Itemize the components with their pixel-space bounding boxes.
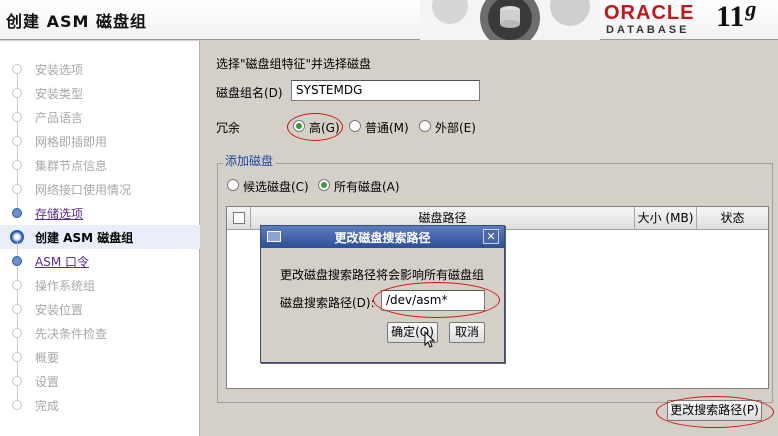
nav-step-prereq-checks: 先决条件检查 <box>0 314 200 345</box>
step-dot-icon <box>12 136 22 146</box>
step-dot-icon <box>12 112 22 122</box>
version-badge: 11g <box>716 0 757 34</box>
candidate-disks-radio[interactable] <box>227 179 239 191</box>
select-all-cell <box>227 207 251 230</box>
cancel-button[interactable]: 取消 <box>449 322 485 343</box>
select-all-checkbox[interactable] <box>233 212 245 224</box>
step-dot-icon <box>12 208 22 218</box>
diskgroup-name-label: 磁盘组名(D) <box>216 86 283 100</box>
search-path-input[interactable]: /dev/asm* <box>381 290 485 311</box>
nav-step-cluster-nodes: 集群节点信息 <box>0 146 200 177</box>
col-status[interactable]: 状态 <box>697 207 768 230</box>
change-disk-path-dialog: 更改磁盘搜索路径 ✕ 更改磁盘搜索路径将会影响所有磁盘组 磁盘搜索路径(D): … <box>260 225 505 363</box>
page-title: 创建 ASM 磁盘组 <box>6 12 147 31</box>
step-dot-icon <box>12 88 22 98</box>
redundancy-label: 冗余 <box>216 121 241 135</box>
step-dot-icon <box>12 280 22 290</box>
nav-step-summary: 概要 <box>0 338 200 369</box>
all-disks-label[interactable]: 所有磁盘(A) <box>334 178 400 195</box>
gear-banner-art <box>420 0 600 40</box>
redundancy-external-label[interactable]: 外部(E) <box>435 119 476 136</box>
dialog-title: 更改磁盘搜索路径 <box>334 231 431 245</box>
nav-step-create-asm-diskgroup[interactable]: 创建 ASM 磁盘组 <box>0 225 200 249</box>
redundancy-high-radio[interactable] <box>293 120 305 132</box>
nav-step-os-groups: 操作系统组 <box>0 266 200 297</box>
nav-step-install-type: 安装类型 <box>0 74 200 105</box>
search-path-label: 磁盘搜索路径(D): <box>280 296 375 310</box>
change-search-path-button[interactable]: 更改搜索路径(P) <box>667 400 762 421</box>
step-dot-icon <box>12 328 22 338</box>
oracle-database-wordmark: DATABASE <box>606 24 690 36</box>
candidate-disks-label[interactable]: 候选磁盘(C) <box>243 178 309 195</box>
nav-step-install-location: 安装位置 <box>0 290 200 321</box>
header-bar: 创建 ASM 磁盘组 ORACLE DATABASE 11g <box>0 0 778 40</box>
nav-step-storage-option[interactable]: 存储选项 <box>0 194 200 225</box>
nav-step-setup: 设置 <box>0 362 200 393</box>
nav-step-product-language: 产品语言 <box>0 98 200 129</box>
version-suffix: g <box>745 0 757 21</box>
steps-sidebar: 安装选项 安装类型 产品语言 网格即插即用 集群节点信息 网络接口使用情况 存储… <box>0 41 200 436</box>
nav-step-gpnp: 网格即插即用 <box>0 122 200 153</box>
step-dot-icon <box>12 400 22 410</box>
mouse-cursor-icon <box>424 331 436 348</box>
step-dot-icon <box>12 64 22 74</box>
diskgroup-name-input[interactable]: SYSTEMDG <box>291 80 480 101</box>
nav-step-finish: 完成 <box>0 386 200 417</box>
dialog-titlebar[interactable]: 更改磁盘搜索路径 ✕ <box>261 226 504 248</box>
redundancy-high-label[interactable]: 高(G) <box>309 119 340 136</box>
step-dot-icon <box>12 160 22 170</box>
step-dot-icon <box>12 304 22 314</box>
instruction-text: 选择"磁盘组特征"并选择磁盘 <box>216 57 372 71</box>
step-dot-icon <box>12 352 22 362</box>
redundancy-normal-radio[interactable] <box>349 120 361 132</box>
col-size-mb[interactable]: 大小 (MB) <box>635 207 697 230</box>
nav-step-network-interface: 网络接口使用情况 <box>0 170 200 201</box>
nav-step-install-options: 安装选项 <box>0 57 200 81</box>
step-dot-icon <box>12 184 22 194</box>
nav-step-asm-password[interactable]: ASM 口令 <box>0 242 200 273</box>
version-number: 11 <box>716 0 745 33</box>
redundancy-normal-label[interactable]: 普通(M) <box>365 119 409 136</box>
step-dot-icon <box>12 376 22 386</box>
redundancy-external-radio[interactable] <box>419 120 431 132</box>
oracle-logo: ORACLE <box>604 2 695 24</box>
step-dot-icon <box>12 256 22 266</box>
dialog-message: 更改磁盘搜索路径将会影响所有磁盘组 <box>280 268 485 282</box>
all-disks-radio[interactable] <box>318 179 330 191</box>
close-icon[interactable]: ✕ <box>483 229 499 244</box>
add-disks-title: 添加磁盘 <box>223 152 276 169</box>
